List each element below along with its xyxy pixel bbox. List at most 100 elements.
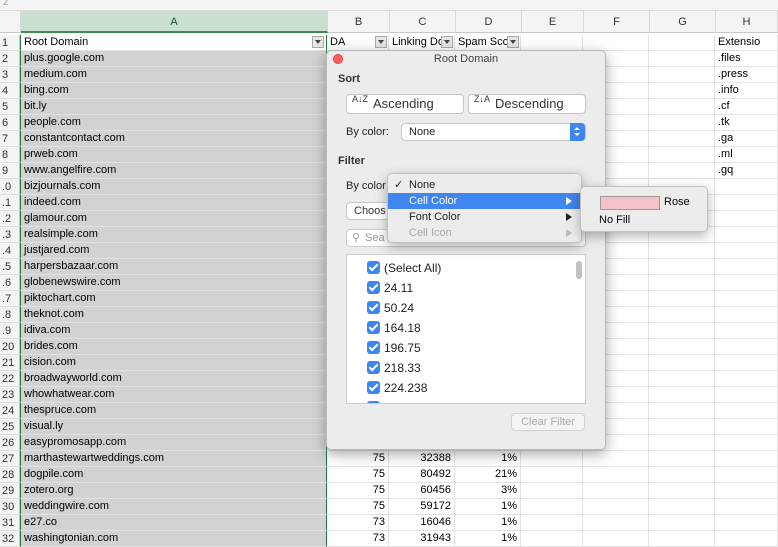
cell-h[interactable]: .info <box>715 83 778 99</box>
row-number[interactable]: 20 <box>0 339 20 355</box>
cell-g[interactable] <box>649 259 715 275</box>
menu-item-font-color[interactable]: Font Color <box>388 209 581 225</box>
menu-item-none[interactable]: ✓ None <box>388 177 581 193</box>
cell-e[interactable] <box>521 451 583 467</box>
filter-dropdown-icon[interactable] <box>507 36 519 48</box>
row-number[interactable]: 21 <box>0 355 20 371</box>
cell-d[interactable]: 1% <box>455 499 521 515</box>
checkbox-checked-icon[interactable] <box>367 261 380 274</box>
cell-root-domain[interactable]: idiva.com <box>20 323 327 339</box>
cell-g[interactable] <box>649 387 715 403</box>
col-header-c[interactable]: C <box>390 11 456 33</box>
list-item[interactable]: 224.238 <box>365 379 427 397</box>
checkbox-checked-icon[interactable] <box>367 401 380 403</box>
cell-g[interactable] <box>649 483 715 499</box>
col-header-e[interactable]: E <box>522 11 584 33</box>
cell-root-domain[interactable]: www.angelfire.com <box>20 163 327 179</box>
cell-root-domain[interactable]: prweb.com <box>20 147 327 163</box>
row-number[interactable]: 9 <box>0 163 20 179</box>
row-number[interactable]: 1 <box>0 35 20 51</box>
cell-root-domain[interactable]: bizjournals.com <box>20 179 327 195</box>
cell-b[interactable]: 73 <box>327 515 389 531</box>
sort-descending-button[interactable]: Z↓A Descending <box>468 94 586 114</box>
cell-d[interactable]: 3% <box>455 483 521 499</box>
cell-root-domain[interactable]: broadwayworld.com <box>20 371 327 387</box>
cell-h[interactable] <box>715 419 778 435</box>
col-header-g[interactable]: G <box>650 11 716 33</box>
row-number[interactable]: 24 <box>0 403 20 419</box>
row-number[interactable]: 28 <box>0 467 20 483</box>
cell-c[interactable]: 32388 <box>389 451 455 467</box>
cell-b[interactable]: 73 <box>327 531 389 547</box>
cell-root-domain[interactable]: visual.ly <box>20 419 327 435</box>
cell-h[interactable]: .press <box>715 67 778 83</box>
cell-root-domain[interactable]: realsimple.com <box>20 227 327 243</box>
cell-color-no-fill[interactable]: No Fill <box>599 214 630 226</box>
cell-root-domain[interactable]: thespruce.com <box>20 403 327 419</box>
cell-f[interactable] <box>583 515 649 531</box>
cell-g[interactable] <box>649 403 715 419</box>
cell-h[interactable] <box>715 451 778 467</box>
row-number[interactable]: .8 <box>0 307 20 323</box>
row-number[interactable]: 23 <box>0 387 20 403</box>
cell-e[interactable] <box>521 499 583 515</box>
row-number[interactable]: .9 <box>0 323 20 339</box>
menu-item-cell-color[interactable]: Cell Color <box>388 193 581 209</box>
cell-g[interactable] <box>649 35 715 51</box>
row-number[interactable]: 32 <box>0 531 20 547</box>
values-list[interactable]: (Select All) 24.11 50.24 164.18 196.75 218.33… <box>346 254 586 404</box>
cell-c[interactable]: 60456 <box>389 483 455 499</box>
cell-root-domain[interactable]: indeed.com <box>20 195 327 211</box>
cell-g[interactable] <box>649 115 715 131</box>
cell-f[interactable] <box>583 483 649 499</box>
cell-g[interactable] <box>649 243 715 259</box>
cell-g[interactable] <box>649 435 715 451</box>
list-item[interactable]: 50.24 <box>365 299 414 317</box>
row-number[interactable]: 3 <box>0 67 20 83</box>
row-number[interactable]: .1 <box>0 195 20 211</box>
filter-dropdown-icon[interactable] <box>441 36 453 48</box>
cell-h[interactable]: .files <box>715 51 778 67</box>
cell-h[interactable] <box>715 179 778 195</box>
cell-h[interactable]: .ml <box>715 147 778 163</box>
cell-g[interactable] <box>649 275 715 291</box>
row-number[interactable]: 8 <box>0 147 20 163</box>
cell-g[interactable] <box>649 499 715 515</box>
cell-root-domain[interactable]: washingtonian.com <box>20 531 327 547</box>
cell-b[interactable]: 75 <box>327 483 389 499</box>
cell-c[interactable]: 80492 <box>389 467 455 483</box>
cell-g[interactable] <box>649 467 715 483</box>
row-number[interactable]: 7 <box>0 131 20 147</box>
cell-h[interactable] <box>715 243 778 259</box>
cell-f[interactable] <box>583 35 649 51</box>
cell-h[interactable]: .tk <box>715 115 778 131</box>
filter-dropdown-icon[interactable] <box>375 36 387 48</box>
cell-root-domain[interactable]: piktochart.com <box>20 291 327 307</box>
cell-g[interactable] <box>649 131 715 147</box>
row-number[interactable]: .7 <box>0 291 20 307</box>
cell-root-domain[interactable]: whowhatwear.com <box>20 387 327 403</box>
cell-root-domain[interactable]: dogpile.com <box>20 467 327 483</box>
cell-g[interactable] <box>649 355 715 371</box>
cell-f[interactable] <box>583 467 649 483</box>
cell-f[interactable] <box>583 451 649 467</box>
cell-g[interactable] <box>649 67 715 83</box>
cell-e[interactable] <box>521 531 583 547</box>
corner-select-all[interactable] <box>0 11 21 33</box>
row-number[interactable]: .2 <box>0 211 20 227</box>
list-item[interactable]: 164.18 <box>365 319 421 337</box>
col-header-a[interactable]: A <box>21 11 328 33</box>
cell-g[interactable] <box>649 307 715 323</box>
cell-root-domain[interactable]: marthastewartweddings.com <box>20 451 327 467</box>
cell-h[interactable] <box>715 355 778 371</box>
cell-h[interactable] <box>715 435 778 451</box>
cell-h[interactable] <box>715 467 778 483</box>
row-number[interactable]: 25 <box>0 419 20 435</box>
cell-e[interactable] <box>521 35 583 51</box>
cell-f[interactable] <box>583 531 649 547</box>
row-number[interactable]: 31 <box>0 515 20 531</box>
cell-h[interactable]: .gq <box>715 163 778 179</box>
row-number[interactable]: .5 <box>0 259 20 275</box>
cell-h[interactable]: Extensio <box>715 35 778 51</box>
cell-g[interactable] <box>649 147 715 163</box>
